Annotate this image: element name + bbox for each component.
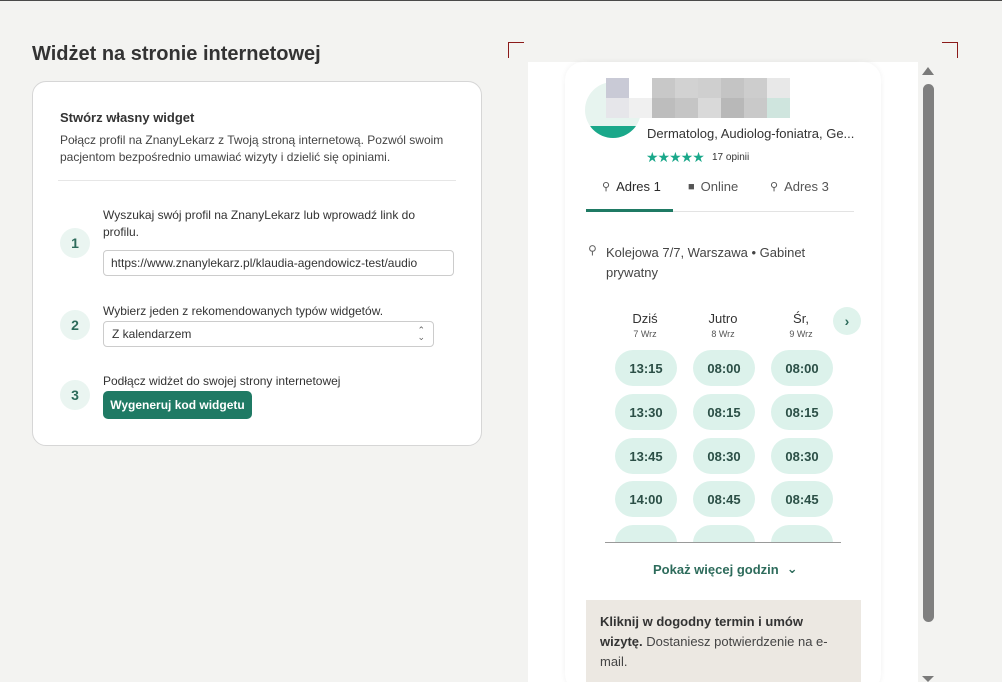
divider xyxy=(58,180,456,181)
widget-config-card: Stwórz własny widget Połącz profil na Zn… xyxy=(32,81,482,446)
address-tabs: ⚲ Adres 1 ■ Online ⚲ Adres 3 xyxy=(586,170,854,212)
time-slot-button[interactable] xyxy=(693,525,755,542)
day-date: 8 Wrz xyxy=(711,329,735,339)
generate-widget-code-button[interactable]: Wygeneruj kod widgetu xyxy=(103,391,252,419)
page-title: Widżet na stronie internetowej xyxy=(32,43,321,65)
next-days-button[interactable]: › xyxy=(833,307,861,335)
widget-type-value: Z kalendarzem xyxy=(112,327,192,341)
map-pin-icon: ⚲ xyxy=(588,243,597,257)
step-3-text: Podłącz widżet do swojej strony internet… xyxy=(103,374,341,388)
slots-divider xyxy=(605,542,841,543)
tab-online[interactable]: ■ Online xyxy=(688,179,738,194)
chevron-right-icon: › xyxy=(844,313,850,329)
clinic-address: Kolejowa 7/7, Warszawa • Gabinet prywatn… xyxy=(606,245,806,280)
card-description: Połącz profil na ZnanyLekarz z Twoją str… xyxy=(60,133,444,164)
time-slot-button[interactable] xyxy=(615,525,677,542)
day-date: 9 Wrz xyxy=(789,329,813,339)
scroll-down-arrow-icon[interactable] xyxy=(922,676,934,682)
time-slot-button[interactable]: 13:30 xyxy=(615,394,677,430)
day-column-header: Dziś 7 Wrz xyxy=(615,311,675,339)
profile-url-input[interactable] xyxy=(103,250,454,276)
day-name: Śr, xyxy=(793,311,809,326)
video-camera-icon: ■ xyxy=(688,180,695,193)
show-more-label: Pokaż więcej godzin xyxy=(653,561,779,577)
rating-stars-icon: ★★★★★ xyxy=(646,149,705,165)
time-slot-button[interactable]: 14:00 xyxy=(615,481,677,517)
tab-label: Online xyxy=(700,179,739,194)
time-slot-button[interactable]: 08:15 xyxy=(693,394,755,430)
time-slot-button[interactable]: 08:15 xyxy=(771,394,833,430)
time-slot-button[interactable]: 08:00 xyxy=(771,350,833,386)
pixelated-doctor-name xyxy=(606,78,790,118)
tab-address-3[interactable]: ⚲ Adres 3 xyxy=(770,179,829,194)
card-title: Stwórz własny widget xyxy=(60,110,195,125)
step-3-number: 3 xyxy=(60,380,90,410)
time-slot-button[interactable]: 08:30 xyxy=(693,438,755,474)
map-pin-icon: ⚲ xyxy=(770,181,779,193)
step-1-text: Wyszukaj swój profil na ZnanyLekarz lub … xyxy=(103,208,416,239)
time-slot-button[interactable]: 08:00 xyxy=(693,350,755,386)
tab-address-1[interactable]: ⚲ Adres 1 xyxy=(602,179,661,194)
tab-label: Adres 3 xyxy=(784,179,829,194)
time-slot-button[interactable]: 08:30 xyxy=(771,438,833,474)
time-slot-button[interactable]: 08:45 xyxy=(771,481,833,517)
day-date: 7 Wrz xyxy=(633,329,657,339)
tab-label: Adres 1 xyxy=(616,179,661,194)
time-slot-button[interactable]: 08:45 xyxy=(693,481,755,517)
day-column-header: Śr, 9 Wrz xyxy=(771,311,831,339)
time-slot-button[interactable]: 13:45 xyxy=(615,438,677,474)
day-column-header: Jutro 8 Wrz xyxy=(693,311,753,339)
scroll-up-arrow-icon[interactable] xyxy=(922,67,934,75)
day-name: Dziś xyxy=(632,311,658,326)
widget-type-select[interactable]: Z kalendarzem ⌃ ⌄ xyxy=(103,321,434,347)
time-slot-button[interactable]: 13:15 xyxy=(615,350,677,386)
chevron-down-icon: ⌄ xyxy=(786,561,798,576)
time-slots-grid: 13:15 13:30 13:45 14:00 08:00 08:15 08:30 08:45… xyxy=(615,350,835,542)
time-slot-button[interactable] xyxy=(771,525,833,542)
active-tab-indicator xyxy=(586,209,673,212)
step-2-text: Wybierz jeden z rekomendowanych typów wi… xyxy=(103,304,384,318)
day-name: Jutro xyxy=(708,311,738,326)
step-1-number: 1 xyxy=(60,228,90,258)
show-more-hours-button[interactable]: Pokaż więcej godzin ⌄ xyxy=(653,561,798,577)
preview-corner-marker xyxy=(508,42,524,58)
scrollbar-thumb[interactable] xyxy=(923,84,934,622)
booking-info-box: Kliknij w dogodny termin i umów wizytę. … xyxy=(586,600,861,682)
step-2-number: 2 xyxy=(60,310,90,340)
avatar-banner xyxy=(585,126,641,138)
reviews-count-link[interactable]: 17 opinii xyxy=(712,152,749,163)
doctor-specialty: Dermatolog, Audiolog-foniatra, Ge... xyxy=(647,126,855,141)
preview-corner-marker xyxy=(942,42,958,58)
map-pin-icon: ⚲ xyxy=(602,181,611,193)
window-top-border xyxy=(0,0,1002,1)
select-arrows-icon: ⌃ ⌄ xyxy=(417,325,425,342)
